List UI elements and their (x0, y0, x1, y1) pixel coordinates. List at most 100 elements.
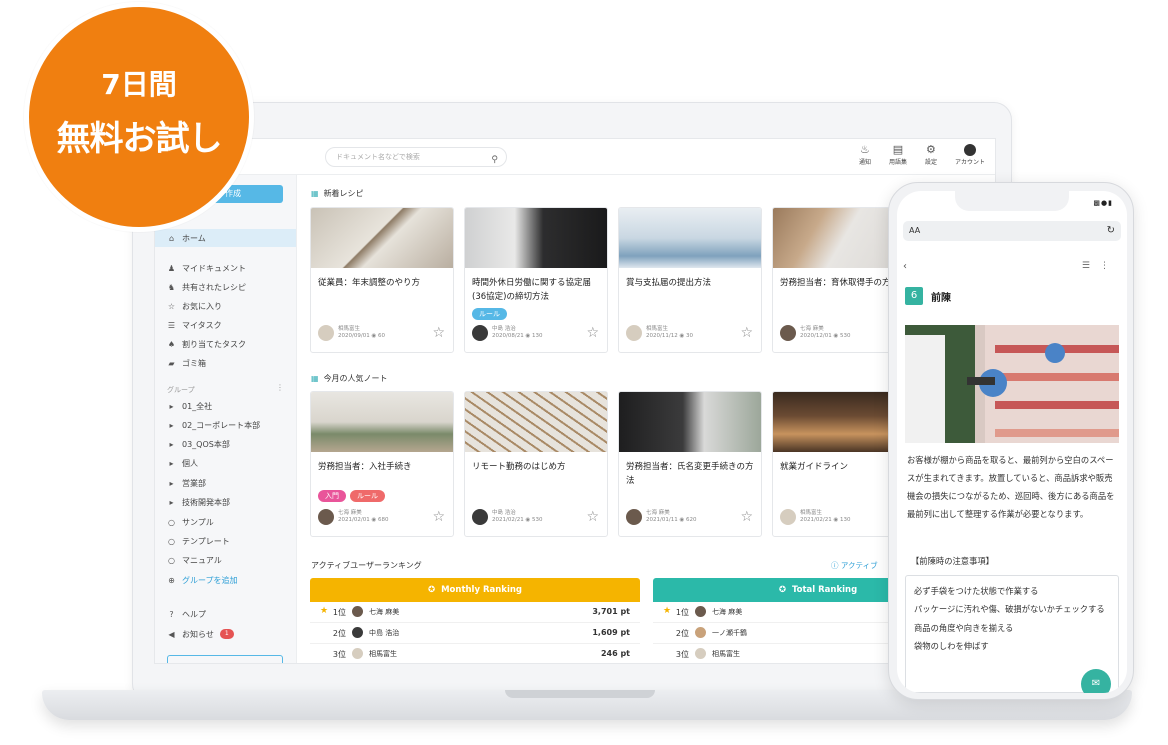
ranking-heading: アクティブユーザーランキング (311, 560, 422, 571)
user-name: 一ノ瀬千鶴 (712, 629, 747, 637)
sidebar-item-label: 割り当てたタスク (182, 339, 246, 349)
card-tags: 入門 ルール (318, 490, 385, 502)
group-item[interactable]: ▸ 営業部 (167, 476, 206, 490)
bell-icon: ♨ (860, 143, 870, 156)
view-count: 60 (378, 333, 386, 339)
search-placeholder: ドキュメント名などで検索 (336, 153, 420, 161)
person-icon: ♟ (167, 263, 176, 273)
sidebar: 作成 ⌂ ホーム ♟ マイドキュメント ♞ 共有されたレシピ ☆ お気に入り ☰… (155, 175, 297, 663)
sidebar-item-my-tasks[interactable]: ☰ マイタスク (167, 318, 222, 332)
free-trial-badge[interactable]: 7日間 無料お試し (24, 2, 254, 232)
user-avatar (352, 606, 363, 617)
favorite-star-icon[interactable]: ☆ (740, 510, 753, 524)
sidebar-item-favorites[interactable]: ☆ お気に入り (167, 299, 222, 313)
tag-badge[interactable]: ルール (472, 308, 507, 320)
group-label: 02_コーポレート本部 (182, 420, 261, 430)
group-item[interactable]: ▸ 01_全社 (167, 399, 212, 413)
search-input[interactable]: ドキュメント名などで検索 ⚲ (325, 147, 507, 167)
eye-icon: ◉ (371, 517, 377, 523)
eye-icon: ◉ (833, 333, 839, 339)
group-item[interactable]: ○ サンプル (167, 515, 214, 529)
ranking-row[interactable]: 2位 中島 浩治 1,609 pt (310, 623, 640, 644)
card-image (619, 392, 761, 452)
sidebar-item-help[interactable]: ? ヘルプ (167, 607, 206, 621)
list-icon: ☰ (167, 320, 176, 330)
popular-notes-heading: ▦ 今月の人気ノート (311, 373, 388, 384)
laptop-notch (505, 690, 655, 698)
card-date: 2020/12/01 (800, 333, 832, 339)
step-title: 前陳 (931, 293, 951, 304)
favorite-star-icon[interactable]: ☆ (740, 326, 753, 340)
sidebar-bottom-button[interactable] (167, 655, 283, 663)
group-item[interactable]: ▸ 技術開発本部 (167, 495, 230, 509)
card-meta: 相馬富生 2020/11/12 ◉ 30 (626, 325, 693, 341)
ranking-info-link[interactable]: ⓘ アクティブ (831, 560, 878, 571)
more-icon[interactable]: ⋮ (276, 383, 284, 392)
ranking-row[interactable]: 3位 相馬富生 246 pt (310, 644, 640, 663)
sidebar-item-notice[interactable]: ◀ お知らせ 1 (167, 627, 234, 641)
sidebar-item-shared[interactable]: ♞ 共有されたレシピ (167, 280, 246, 294)
note-card[interactable]: 労務担当者：入社手続き 入門 ルール 七海 麻美 2021/02/01 ◉ 68… (310, 391, 454, 537)
group-marker: ▸ (169, 439, 174, 449)
view-count: 130 (532, 333, 543, 339)
favorite-star-icon[interactable]: ☆ (586, 326, 599, 340)
sidebar-item-home[interactable]: ⌂ ホーム (155, 229, 296, 247)
back-chevron-icon[interactable]: ‹ (903, 261, 907, 272)
favorite-star-icon[interactable]: ☆ (432, 326, 445, 340)
group-item[interactable]: ▸ 03_QOS本部 (167, 437, 229, 451)
sidebar-item-label: ゴミ箱 (182, 358, 206, 368)
sidebar-item-trash[interactable]: ▰ ゴミ箱 (167, 356, 206, 370)
rank-position: 2位 (332, 629, 346, 638)
sidebar-item-assigned[interactable]: ♠ 割り当てたタスク (167, 337, 246, 351)
list-menu-icon[interactable]: ☰⋮ (1082, 261, 1119, 271)
group-label: 個人 (182, 458, 198, 468)
tag-badge[interactable]: 入門 (318, 490, 346, 502)
favorite-star-icon[interactable]: ☆ (432, 510, 445, 524)
note-card[interactable]: 労務担当者：氏名変更手続きの方法 七海 麻美 2021/01/11 ◉ 620 … (618, 391, 762, 537)
card-meta: 七海 麻美 2020/12/01 ◉ 530 (780, 325, 851, 341)
settings-label: 設定 (924, 159, 937, 166)
group-item[interactable]: ○ テンプレート (167, 534, 230, 548)
sidebar-item-my-documents[interactable]: ♟ マイドキュメント (167, 261, 246, 275)
document-icon: ▤ (892, 143, 904, 156)
recipe-card[interactable]: 賞与支払届の提出方法 相馬富生 2020/11/12 ◉ 30 ☆ (618, 207, 762, 353)
note-card[interactable]: リモート勤務のはじめ方 中島 浩治 2021/02/21 ◉ 530 ☆ (464, 391, 608, 537)
user-name: 相馬富生 (369, 650, 397, 658)
card-meta: 七海 麻美 2021/01/11 ◉ 620 (626, 509, 697, 525)
rank-position: 3位 (675, 650, 689, 659)
author-avatar (318, 325, 334, 341)
browser-address-bar[interactable]: AA ↻ (903, 221, 1121, 241)
notification-button[interactable]: ♨ 通知 (859, 143, 871, 166)
ranking-label: Total Ranking (791, 585, 858, 595)
author-avatar (472, 509, 488, 525)
favorite-star-icon[interactable]: ☆ (586, 510, 599, 524)
author-name: 相馬富生 (800, 510, 823, 516)
settings-button[interactable]: ⚙ 設定 (925, 143, 937, 166)
glossary-button[interactable]: ▤ 用語集 (889, 143, 907, 166)
group-item[interactable]: ▸ 個人 (167, 456, 198, 470)
view-count: 30 (686, 333, 694, 339)
eye-icon: ◉ (833, 517, 839, 523)
group-item[interactable]: ▸ 02_コーポレート本部 (167, 418, 260, 432)
recipe-card[interactable]: 従業員：年末調整のやり方 相馬富生 2020/09/01 ◉ 60 ☆ (310, 207, 454, 353)
megaphone-icon: ◀ (168, 629, 175, 639)
author-name: 中島 浩治 (492, 510, 516, 516)
recipe-card[interactable]: 時間外休日労働に関する協定届(36協定)の締切方法 ルール 中島 浩治 2020… (464, 207, 608, 353)
text-size-label[interactable]: AA (909, 226, 920, 235)
notice-count-badge: 1 (219, 629, 234, 639)
card-meta: 相馬富生 2020/09/01 ◉ 60 (318, 325, 385, 341)
view-count: 620 (686, 517, 697, 523)
group-item[interactable]: ○ マニュアル (167, 553, 222, 567)
signal-wifi-battery-icon: ▩●▮ (1093, 199, 1113, 207)
sidebar-item-label: お気に入り (182, 301, 222, 311)
tag-badge[interactable]: ルール (350, 490, 385, 502)
comment-button[interactable]: ✉ (1081, 669, 1111, 693)
card-date: 2021/02/21 (492, 517, 524, 523)
ranking-row[interactable]: ★ 1位 七海 麻美 3,701 pt (310, 602, 640, 623)
rank-position: 1位 (675, 608, 689, 617)
reload-icon[interactable]: ↻ (1107, 221, 1115, 241)
search-icon[interactable]: ⚲ (491, 151, 498, 169)
phone-screen: ▩●▮ AA ↻ ‹ ☰⋮ 6 前陳 お客様が棚から商品を取ると、最前列から空白… (897, 191, 1127, 693)
account-button[interactable]: アカウント (955, 143, 985, 166)
add-group-button[interactable]: ⊕ グループを追加 (167, 573, 237, 587)
